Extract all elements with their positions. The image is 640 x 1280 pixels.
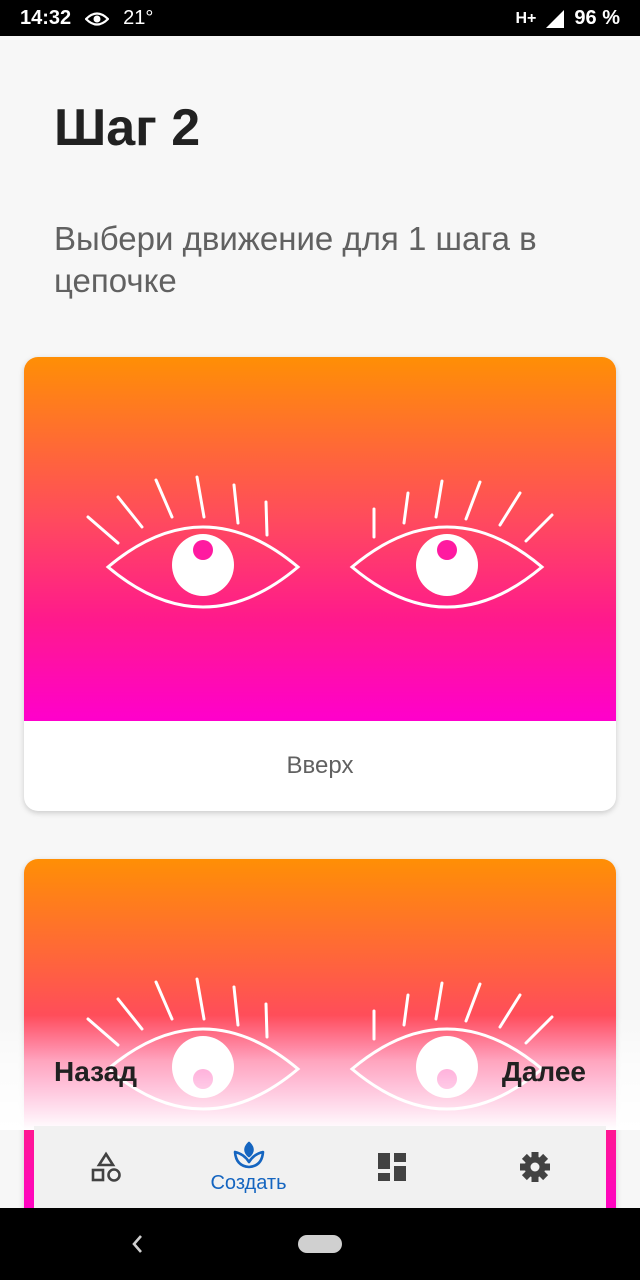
eye-icon [85,11,110,27]
card-illustration [24,357,616,721]
page-title: Шаг 2 [54,99,201,157]
tab-dashboard[interactable] [320,1126,463,1208]
bottom-tab-bar: Создать [34,1126,606,1208]
status-battery: 96 % [574,7,620,29]
status-temperature: 21° [123,7,154,29]
home-pill-icon[interactable] [298,1235,342,1253]
tab-settings[interactable] [463,1126,606,1208]
gear-icon [519,1151,551,1183]
sprout-icon [232,1140,266,1170]
status-network: H+ [515,9,537,27]
back-chevron-icon[interactable] [128,1232,146,1261]
next-button[interactable]: Далее [502,1056,586,1088]
page-subtitle: Выбери движение для 1 шага в цепочке [54,220,537,299]
back-button[interactable]: Назад [54,1056,137,1088]
tab-shapes[interactable] [34,1126,177,1208]
status-bar: 14:32 21° H+ 96 % [0,0,640,36]
status-time: 14:32 [20,7,72,29]
shapes-icon [90,1151,122,1183]
card-label: Вверх [286,752,354,779]
signal-icon [546,9,565,28]
dashboard-icon [377,1152,407,1182]
movement-card-up[interactable]: Вверх [24,357,616,811]
tab-create-label: Создать [210,1171,287,1194]
tab-create[interactable]: Создать [177,1126,320,1208]
